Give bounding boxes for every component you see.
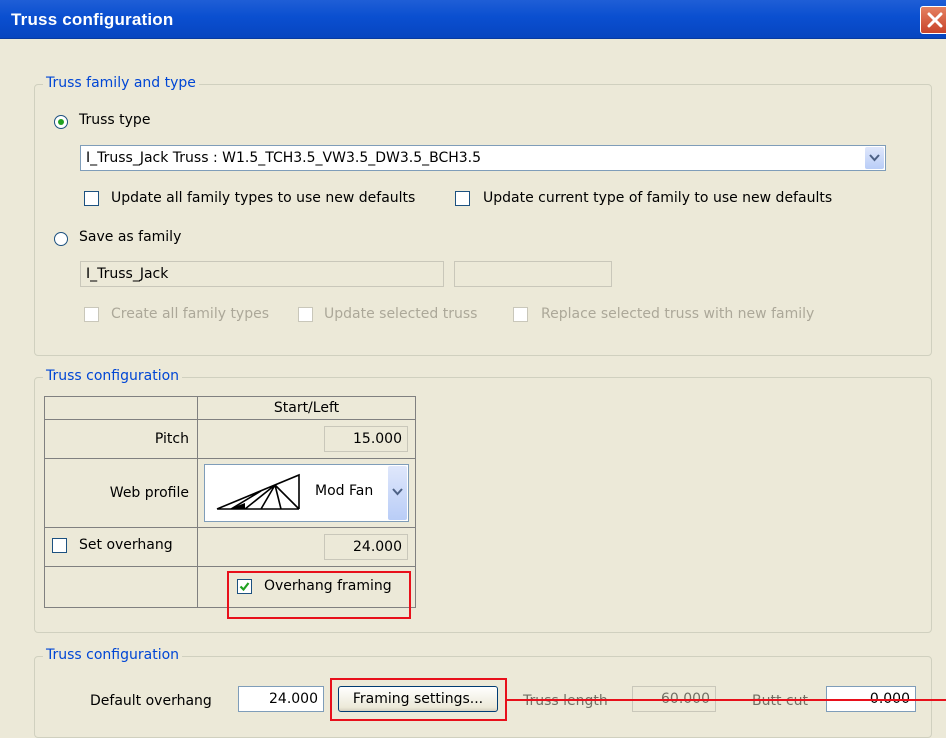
create-all-types-checkbox[interactable] [84,307,99,322]
pitch-value-cell: 15.000 [197,419,416,459]
truss-type-radio[interactable] [54,115,68,129]
chevron-down-icon[interactable] [865,147,884,169]
pitch-label: Pitch [154,431,189,447]
family-name-field[interactable]: I_Truss_Jack [80,261,444,287]
chevron-down-icon[interactable] [388,466,407,520]
web-profile-value: Mod Fan [315,483,374,499]
update-current-checkbox[interactable] [455,191,470,206]
table-corner-cell [44,396,198,420]
update-current-label: Update current type of family to use new… [483,190,833,206]
family-name-value: I_Truss_Jack [86,266,169,282]
butt-cut-label: Butt cut [752,693,808,709]
window-title: Truss configuration [11,10,174,29]
overhang-field[interactable]: 24.000 [324,534,408,560]
update-all-label: Update all family types to use new defau… [111,190,416,206]
family-type-group-label: Truss family and type [43,75,199,91]
default-overhang-field[interactable]: 24.000 [238,686,324,712]
overhang-value: 24.000 [353,539,402,555]
close-icon [927,12,943,28]
web-profile-value-cell: Mod Fan [197,458,416,528]
mod-fan-web-icon [216,473,300,510]
web-profile-label: Web profile [109,485,189,501]
truss-type-label: Truss type [79,112,151,128]
set-overhang-cell: Set overhang [44,527,198,567]
start-left-header-text: Start/Left [273,400,340,416]
radio-selected-dot [58,119,64,125]
default-overhang-value: 24.000 [269,691,318,707]
update-all-checkbox[interactable] [84,191,99,206]
set-overhang-checkbox[interactable] [52,538,67,553]
truss-config-group-label: Truss configuration [43,368,183,384]
update-selected-checkbox[interactable] [298,307,313,322]
empty-cell [44,566,198,608]
truss-type-dropdown[interactable]: I_Truss_Jack Truss : W1.5_TCH3.5_VW3.5_D… [80,145,886,171]
set-overhang-label: Set overhang [79,537,173,553]
default-overhang-label: Default overhang [90,693,212,709]
truss-length-label: Truss length [523,693,608,709]
save-as-family-radio[interactable] [54,232,68,246]
overhang-value-cell: 24.000 [197,527,416,567]
title-bar: Truss configuration [0,0,946,39]
family-secondary-field[interactable] [454,261,612,287]
pitch-label-cell: Pitch [44,419,198,459]
pitch-field[interactable]: 15.000 [324,426,408,452]
web-profile-dropdown[interactable]: Mod Fan [204,464,409,522]
update-selected-label: Update selected truss [324,306,478,322]
create-all-types-label: Create all family types [111,306,270,322]
overhang-framing-highlight [227,571,411,619]
truss-type-value: I_Truss_Jack Truss : W1.5_TCH3.5_VW3.5_D… [86,150,482,166]
bottom-config-group-label: Truss configuration [43,647,183,663]
replace-selected-label: Replace selected truss with new family [541,306,815,322]
start-left-header: Start/Left [197,396,416,420]
save-as-family-label: Save as family [79,229,182,245]
close-button[interactable] [920,6,946,34]
strikeout-line [507,699,946,701]
replace-selected-checkbox[interactable] [513,307,528,322]
web-profile-label-cell: Web profile [44,458,198,528]
framing-settings-highlight [330,678,507,721]
pitch-value: 15.000 [353,431,402,447]
